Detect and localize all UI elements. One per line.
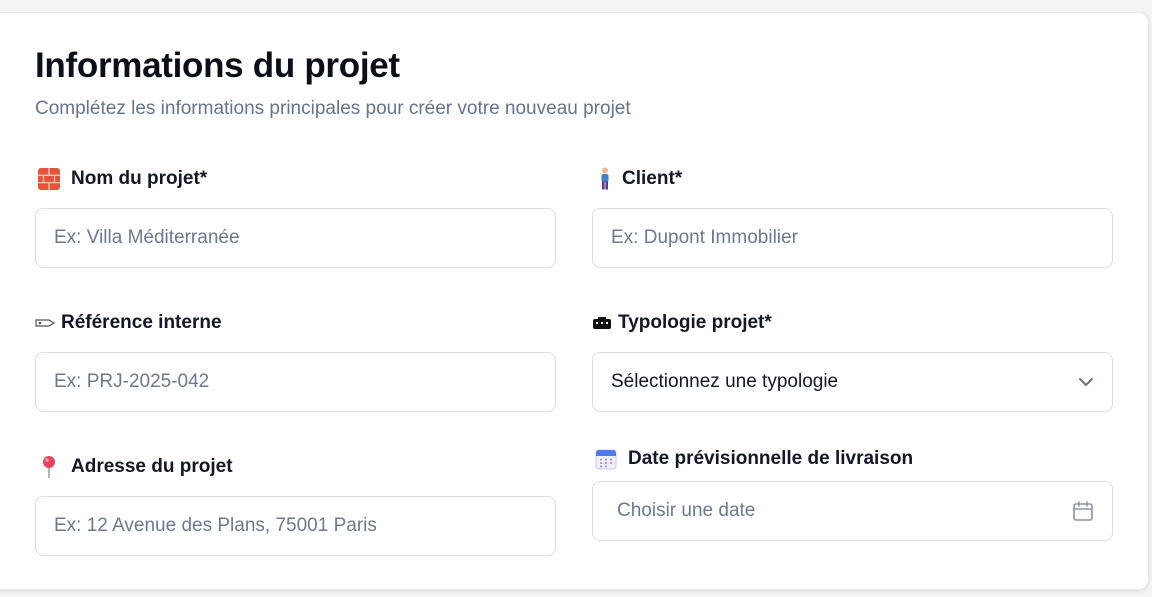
reference-input[interactable]: Ex: PRJ-2025-042 xyxy=(35,352,556,412)
reference-placeholder: Ex: PRJ-2025-042 xyxy=(54,371,210,392)
delivery-date-input[interactable]: Choisir une date xyxy=(592,481,1113,541)
client-label: Client* xyxy=(596,166,682,192)
project-name-placeholder: Ex: Villa Méditerranée xyxy=(54,227,240,248)
person-icon xyxy=(596,167,614,191)
delivery-date-placeholder: Choisir une date xyxy=(617,500,756,521)
address-label: Adresse du projet xyxy=(37,454,233,480)
project-info-card: Informations du projet Complétez les inf… xyxy=(0,12,1149,590)
tag-icon xyxy=(35,311,55,335)
delivery-date-label-text: Date prévisionnelle de livraison xyxy=(628,448,914,469)
calendar-icon xyxy=(594,447,618,471)
building-icon xyxy=(592,311,612,335)
client-placeholder: Ex: Dupont Immobilier xyxy=(611,227,798,248)
page-title: Informations du projet xyxy=(35,46,400,85)
delivery-date-label: Date prévisionnelle de livraison xyxy=(594,446,913,472)
calendar-picker-icon[interactable] xyxy=(1072,500,1094,522)
reference-label-text: Référence interne xyxy=(61,312,222,333)
chevron-down-icon xyxy=(1078,377,1094,387)
typology-selected-value: Sélectionnez une typologie xyxy=(611,371,839,392)
brick-icon xyxy=(37,167,61,191)
project-name-label: Nom du projet* xyxy=(37,166,207,192)
address-label-text: Adresse du projet xyxy=(71,456,233,477)
typology-label: Typologie projet* xyxy=(592,310,772,336)
pin-icon xyxy=(37,455,61,479)
page-subtitle: Complétez les informations principales p… xyxy=(35,98,631,119)
address-input[interactable]: Ex: 12 Avenue des Plans, 75001 Paris xyxy=(35,496,556,556)
project-name-input[interactable]: Ex: Villa Méditerranée xyxy=(35,208,556,268)
typology-label-text: Typologie projet* xyxy=(618,312,772,333)
reference-label: Référence interne xyxy=(35,310,222,336)
project-name-label-text: Nom du projet* xyxy=(71,168,208,189)
typology-select[interactable]: Sélectionnez une typologie xyxy=(592,352,1113,412)
client-input[interactable]: Ex: Dupont Immobilier xyxy=(592,208,1113,268)
client-label-text: Client* xyxy=(622,168,683,189)
address-placeholder: Ex: 12 Avenue des Plans, 75001 Paris xyxy=(54,515,377,536)
